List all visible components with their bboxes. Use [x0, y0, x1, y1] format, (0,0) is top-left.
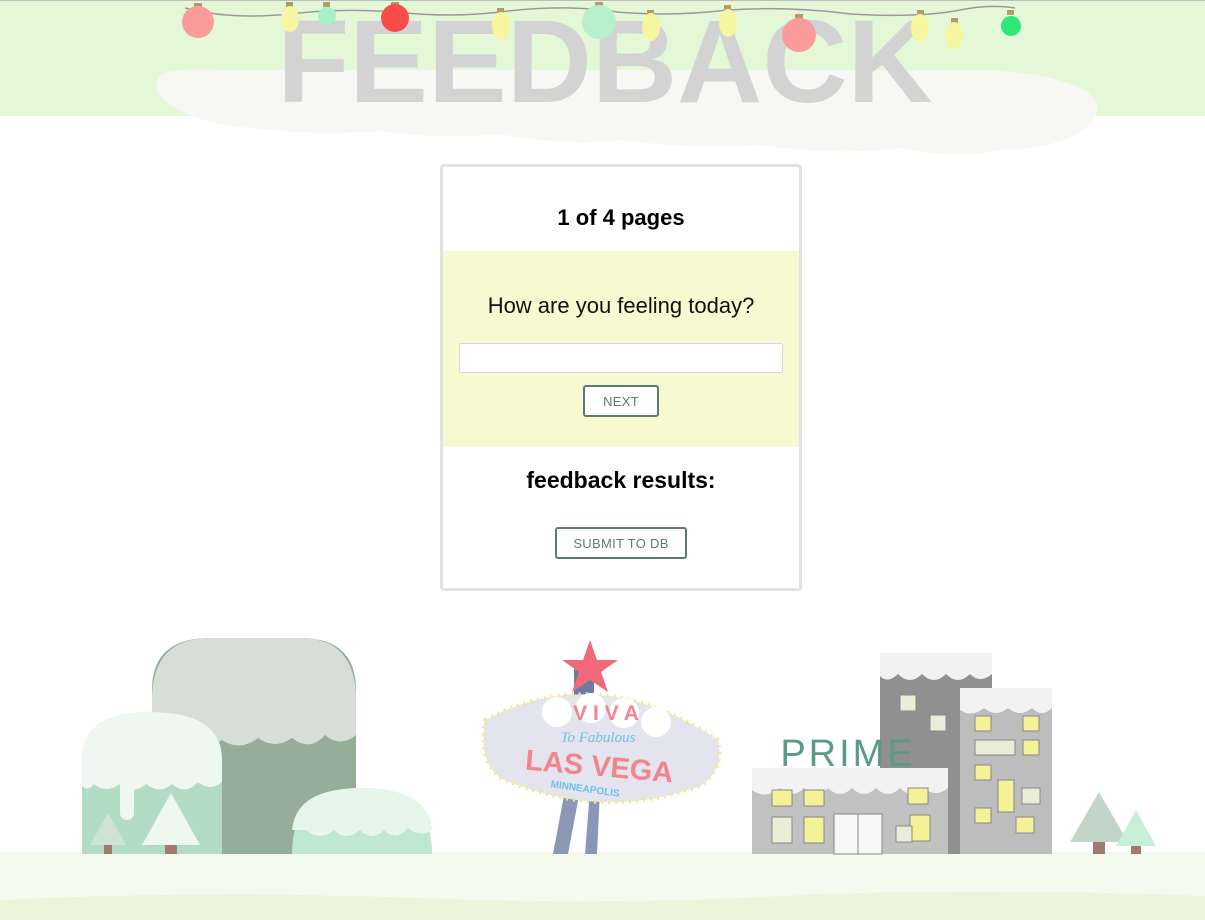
- sign-to-fabulous: To Fabulous: [561, 730, 636, 746]
- snowy-hills: [82, 638, 432, 854]
- ground-band: [0, 852, 1205, 920]
- results-heading: feedback results:: [526, 467, 716, 493]
- bulb-icon: [1001, 10, 1021, 36]
- header-decoration: FEEDBACK: [156, 0, 1098, 155]
- las-vegas-sign: V I V A To Fabulous LAS VEGA MINNEAPOLIS: [481, 640, 722, 854]
- question-text: How are you feeling today?: [487, 293, 755, 318]
- sign-viva: V I V A: [573, 702, 639, 725]
- submit-to-db-button[interactable]: SUBMIT TO DB: [555, 527, 687, 559]
- city-buildings: PRIME: [752, 653, 1052, 855]
- prime-sign: PRIME: [780, 733, 915, 775]
- sign-las-vegas: LAS VEGA: [524, 745, 675, 790]
- feedback-card: 1 of 4 pages How are you feeling today? …: [440, 164, 802, 591]
- sign-minneapolis: MINNEAPOLIS: [550, 779, 621, 800]
- question-panel: How are you feeling today? NEXT: [443, 251, 799, 447]
- bulb-icon: [945, 18, 963, 50]
- next-button[interactable]: NEXT: [583, 385, 659, 417]
- page-indicator: 1 of 4 pages: [557, 205, 685, 230]
- small-trees: [1070, 792, 1156, 854]
- feeling-input[interactable]: [459, 343, 783, 373]
